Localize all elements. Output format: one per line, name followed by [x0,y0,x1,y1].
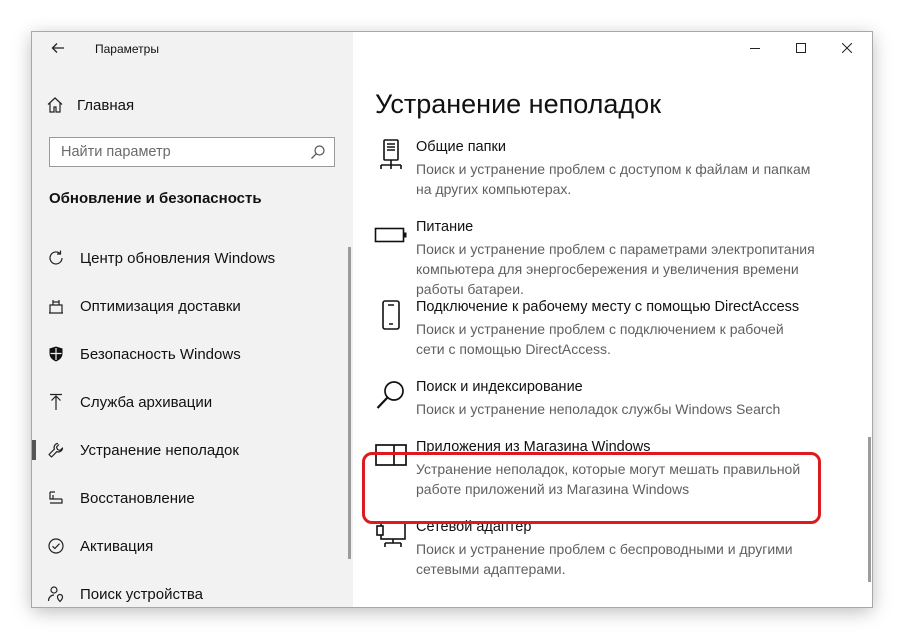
search-icon [374,378,408,412]
sidebar-scrollbar[interactable] [348,247,351,559]
sidebar-item-label: Поиск устройства [80,585,204,603]
backup-icon [46,392,66,412]
sidebar-item-label: Активация [80,537,154,555]
page-title: Устранение неполадок [375,89,662,119]
settings-window: Параметры Главная Обновление и безопасно… [32,32,872,607]
phone-icon [374,298,408,332]
sidebar: Параметры Главная Обновление и безопасно… [32,32,353,607]
close-button[interactable] [824,32,870,64]
sidebar-item-delivery-optimization[interactable]: Оптимизация доставки [32,282,353,330]
search-input[interactable] [50,138,311,166]
window-title: Параметры [95,42,159,56]
sidebar-item-find-device[interactable]: Поиск устройства [32,570,353,607]
troubleshooter-name: Общие папки [416,139,506,155]
section-title: Обновление и безопасность [49,190,262,207]
sidebar-item-label: Центр обновления Windows [80,249,276,267]
main-scrollbar[interactable] [868,437,871,582]
sidebar-item-home[interactable]: Главная [46,94,134,116]
shared-folder-icon [374,138,408,172]
troubleshooter-description: Поиск и устранение проблем с доступом к … [416,161,811,197]
refresh-icon [46,248,66,268]
sidebar-item-windows-update[interactable]: Центр обновления Windows [32,234,353,282]
back-arrow-icon [51,43,64,53]
maximize-icon [796,43,806,53]
sidebar-item-label: Восстановление [80,489,195,507]
battery-icon [374,218,408,252]
troubleshooter-shared-folders[interactable]: Общие папки Поиск и устранение проблем с… [353,130,872,210]
troubleshooter-description: Поиск и устранение проблем с подключение… [416,321,784,357]
sidebar-item-label: Устранение неполадок [80,441,239,459]
minimize-icon [750,48,760,49]
sidebar-item-windows-security[interactable]: Безопасность Windows [32,330,353,378]
sidebar-item-recovery[interactable]: Восстановление [32,474,353,522]
minimize-button[interactable] [732,32,778,64]
sidebar-home-label: Главная [77,96,135,114]
maximize-button[interactable] [778,32,824,64]
troubleshooter-description: Поиск и устранение проблем с беспроводны… [416,541,793,577]
check-circle-icon [46,536,66,556]
sidebar-item-label: Служба архивации [80,393,213,411]
close-icon [842,43,852,53]
wrench-icon [46,440,66,460]
troubleshooter-directaccess[interactable]: Подключение к рабочему месту с помощью D… [353,290,872,370]
back-button[interactable] [44,34,72,62]
sidebar-item-backup[interactable]: Служба архивации [32,378,353,426]
shield-icon [46,344,66,364]
troubleshooter-search-indexing[interactable]: Поиск и индексирование Поиск и устранени… [353,370,872,430]
sidebar-item-troubleshoot[interactable]: Устранение неполадок [32,426,353,474]
sidebar-item-label: Оптимизация доставки [80,297,241,315]
highlight-frame [362,452,821,524]
troubleshooter-name: Питание [416,219,474,235]
search-box[interactable] [49,137,335,167]
delivery-icon [46,296,66,316]
sidebar-item-label: Безопасность Windows [80,345,241,363]
sidebar-nav: Центр обновления Windows Оптимизация дос… [32,234,353,607]
person-location-icon [46,584,66,604]
recovery-icon [46,488,66,508]
search-icon[interactable] [310,144,326,160]
troubleshooter-description: Поиск и устранение неполадок службы Wind… [416,401,781,417]
home-icon [47,97,63,113]
troubleshooter-power[interactable]: Питание Поиск и устранение проблем с пар… [353,210,872,297]
troubleshooter-name: Поиск и индексирование [416,379,583,395]
troubleshooter-name: Подключение к рабочему месту с помощью D… [416,299,800,315]
sidebar-item-activation[interactable]: Активация [32,522,353,570]
